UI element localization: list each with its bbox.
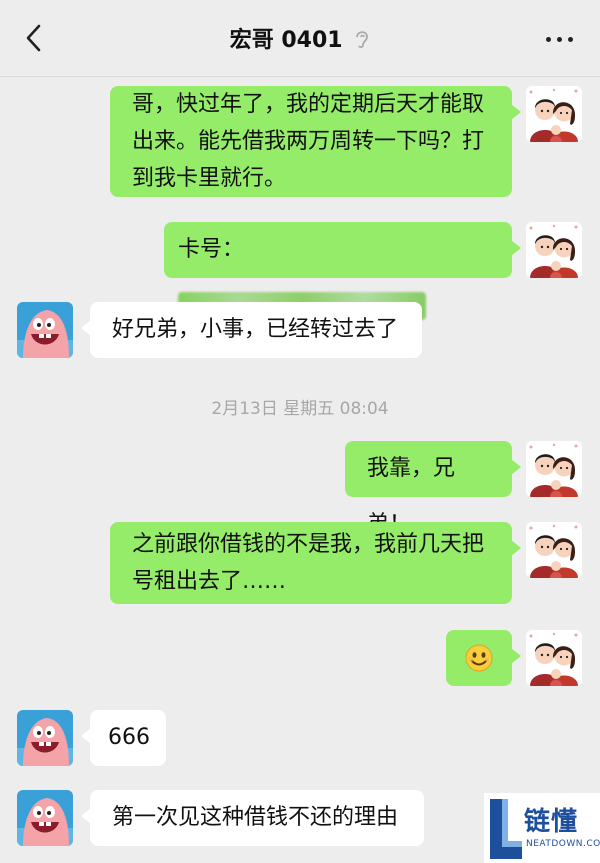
message-line: 哥，快过年了，我的定期后天才能取: [132, 92, 485, 117]
message-line: 号租出去了……: [132, 569, 287, 594]
self-avatar[interactable]: [526, 441, 582, 497]
message-text: 好兄弟，小事，已经转过去了: [112, 317, 399, 342]
contact-avatar[interactable]: [17, 710, 73, 766]
message-bubble-outgoing[interactable]: 哥，快过年了，我的定期后天才能取 出来。能先借我两万周转一下吗？打 到我卡里就行…: [110, 86, 521, 197]
chat-title: 宏哥 0401: [229, 28, 343, 53]
ear-icon: [354, 27, 370, 55]
message-text: 666: [108, 725, 150, 750]
message-timestamp: 2月13日 星期五 08:04: [211, 399, 389, 419]
chat-header: 宏哥 0401: [0, 0, 600, 77]
logo-l-icon: [490, 799, 522, 859]
message-bubble-incoming[interactable]: 666: [81, 710, 166, 766]
message-bubble-incoming[interactable]: 好兄弟，小事，已经转过去了: [81, 302, 422, 358]
self-avatar[interactable]: [526, 522, 582, 578]
message-text: 第一次见这种借钱不还的理由: [112, 805, 399, 830]
message-line: 之前跟你借钱的不是我，我前几天把: [132, 532, 485, 557]
contact-avatar[interactable]: [17, 790, 73, 846]
self-avatar[interactable]: [526, 86, 582, 142]
message-bubble-outgoing[interactable]: 之前跟你借钱的不是我，我前几天把 号租出去了……: [110, 522, 521, 604]
more-options-button[interactable]: [542, 24, 576, 54]
watermark-brand: 链懂: [524, 807, 579, 837]
contact-avatar[interactable]: [17, 302, 73, 358]
card-number-label: 卡号：: [178, 237, 245, 262]
message-bubble-incoming[interactable]: 第一次见这种借钱不还的理由: [81, 790, 424, 846]
smile-emoji-icon: [465, 644, 493, 672]
message-line: 到我卡里就行。: [132, 166, 287, 191]
message-bubble-outgoing[interactable]: 卡号：: [164, 222, 521, 320]
message-bubble-outgoing[interactable]: [446, 630, 521, 686]
message-bubble-outgoing[interactable]: 我靠，兄弟！: [345, 441, 521, 537]
chat-title-area: 宏哥 0401: [0, 22, 600, 55]
message-line: 出来。能先借我两万周转一下吗？打: [132, 129, 485, 154]
dot: [567, 36, 573, 42]
dot: [556, 36, 562, 42]
self-avatar[interactable]: [526, 222, 582, 278]
watermark-sub: NEATDOWN.COM: [526, 839, 600, 849]
self-avatar[interactable]: [526, 630, 582, 686]
watermark-logo: 链懂 NEATDOWN.COM: [484, 793, 600, 863]
dot: [545, 36, 551, 42]
